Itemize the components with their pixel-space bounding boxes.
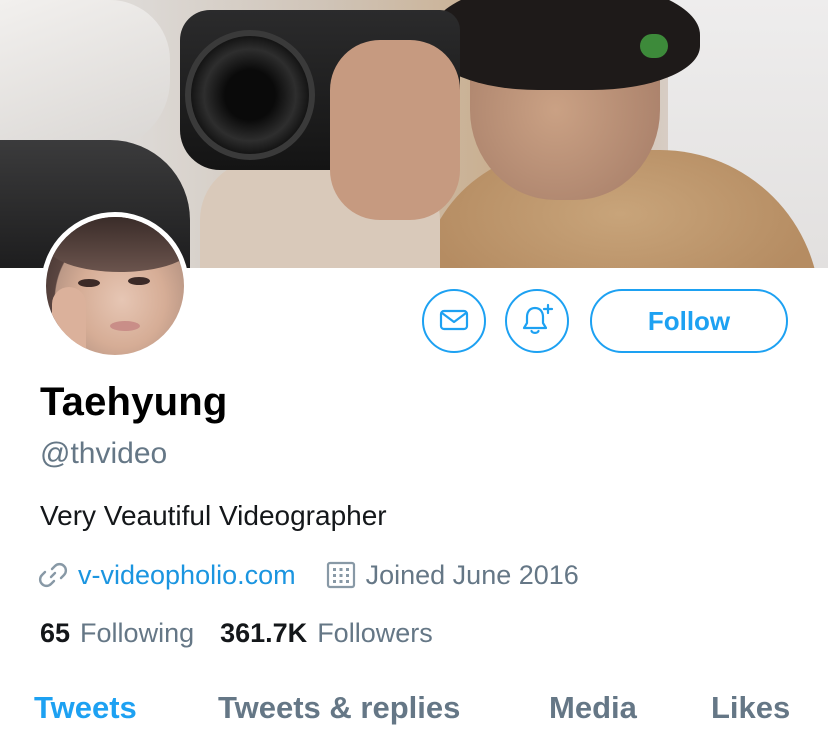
followers-label[interactable]: Followers	[317, 618, 433, 649]
banner-pillow	[0, 0, 170, 150]
profile-bio: Very Veautiful Videographer	[40, 500, 387, 531]
tab-media[interactable]: Media	[549, 690, 637, 726]
following-count[interactable]: 65	[40, 618, 70, 649]
link-icon	[38, 559, 70, 591]
tab-tweets-and-replies[interactable]: Tweets & replies	[218, 690, 460, 726]
message-button[interactable]	[422, 289, 486, 353]
profile-avatar[interactable]	[41, 212, 189, 360]
avatar-hair	[46, 217, 184, 272]
followers-count[interactable]: 361.7K	[220, 618, 307, 649]
banner-earbud	[640, 34, 668, 58]
banner-camera-lens	[185, 30, 315, 160]
banner-hand	[330, 40, 460, 220]
bell-plus-icon	[519, 302, 555, 341]
profile-meta: v-videopholio.com Joined June 2016	[38, 558, 579, 592]
avatar-lips	[110, 321, 140, 331]
follow-button[interactable]: Follow	[590, 289, 788, 353]
joined-date: Joined June 2016	[365, 559, 579, 590]
avatar-eye	[78, 279, 100, 287]
avatar-eye	[128, 277, 150, 285]
profile-tabs: Tweets Tweets & replies Media Likes	[0, 690, 828, 730]
mail-icon	[439, 308, 469, 335]
display-name: Taehyung	[40, 380, 228, 424]
website-link[interactable]: v-videopholio.com	[78, 560, 296, 591]
profile-stats: 65 Following 361.7K Followers	[40, 618, 433, 649]
notifications-button[interactable]	[505, 289, 569, 353]
following-label[interactable]: Following	[80, 618, 194, 649]
tab-likes[interactable]: Likes	[711, 690, 790, 726]
avatar-hand	[52, 287, 86, 355]
tab-tweets[interactable]: Tweets	[34, 690, 137, 726]
user-handle: @thvideo	[40, 437, 168, 470]
calendar-icon	[326, 559, 358, 591]
